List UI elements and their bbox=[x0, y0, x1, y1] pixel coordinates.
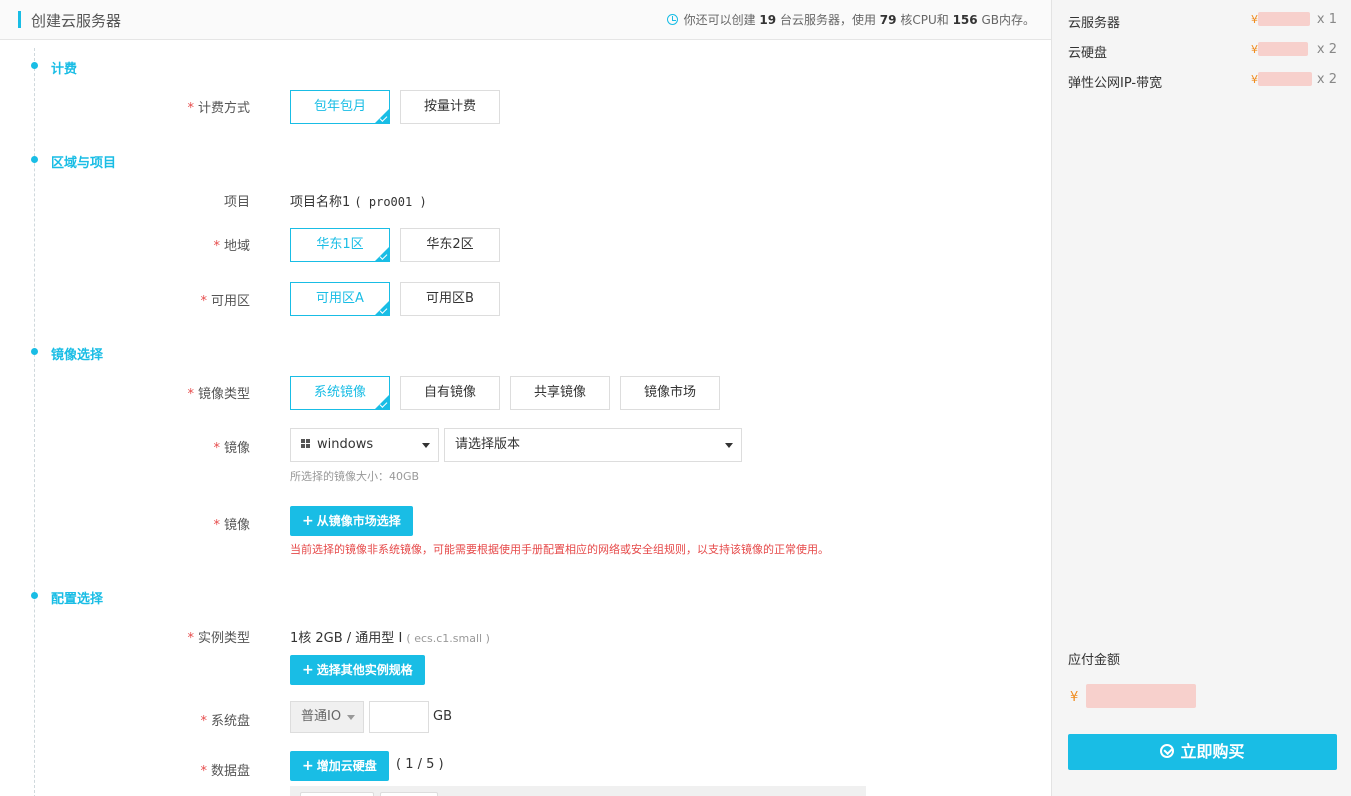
instance-value: 1核 2GB / 通用型 I ( ecs.c1.small ) bbox=[290, 631, 490, 646]
billing-option-yearly[interactable]: 包年包月 bbox=[290, 90, 390, 124]
check-icon bbox=[379, 252, 388, 260]
section-dot bbox=[31, 592, 38, 599]
project-value: 项目名称1 ( pro001 ) bbox=[290, 195, 427, 210]
quota-info: 你还可以创建 19 台云服务器，使用 79 核CPU和 156 GB内存。 bbox=[666, 11, 1035, 28]
image-type-shared[interactable]: 共享镜像 bbox=[510, 376, 610, 410]
billing-option-usage[interactable]: 按量计费 bbox=[400, 90, 500, 124]
clock-icon bbox=[666, 14, 678, 25]
order-summary-panel: 云服务器 ¥ x 1 云硬盘 ¥ x 2 弹性公网IP-带宽 ¥ x 2 应付金… bbox=[1051, 0, 1351, 796]
quota-mid2: 核CPU和 bbox=[900, 13, 949, 27]
data-disk-label: * 数据盘 bbox=[200, 764, 250, 779]
data-disk-type-select[interactable] bbox=[300, 792, 374, 796]
quota-suffix: GB内存。 bbox=[981, 13, 1035, 27]
zone-option-a[interactable]: 可用区A bbox=[290, 282, 390, 316]
summary-item-price: ¥ bbox=[1251, 42, 1308, 56]
page-title: 创建云服务器 bbox=[31, 12, 122, 30]
section-title-region: 区域与项目 bbox=[51, 156, 117, 171]
page-header: 创建云服务器 你还可以创建 19 台云服务器，使用 79 核CPU和 156 G… bbox=[0, 0, 1051, 40]
region-option-east2[interactable]: 华东2区 bbox=[400, 228, 500, 262]
check-icon bbox=[379, 114, 388, 122]
section-title-billing: 计费 bbox=[51, 62, 78, 77]
region-label: * 地域 bbox=[213, 239, 250, 254]
summary-item-qty: x 2 bbox=[1316, 72, 1337, 87]
select-instance-button[interactable]: + 选择其他实例规格 bbox=[290, 655, 425, 685]
system-disk-size-input[interactable] bbox=[369, 701, 429, 733]
os-select[interactable]: windows bbox=[290, 428, 439, 462]
instance-label: * 实例类型 bbox=[187, 631, 250, 646]
version-select-placeholder: 请选择版本 bbox=[455, 437, 521, 452]
section-title-image: 镜像选择 bbox=[51, 348, 104, 363]
section-dot bbox=[31, 348, 38, 355]
quota-prefix: 你还可以创建 bbox=[683, 13, 756, 27]
image-type-label: * 镜像类型 bbox=[187, 387, 250, 402]
image-size-hint: 所选择的镜像大小：40GB bbox=[290, 470, 420, 483]
cart-icon bbox=[1160, 744, 1175, 758]
chevron-down-icon bbox=[347, 715, 355, 720]
check-icon bbox=[379, 400, 388, 408]
system-disk-label: * 系统盘 bbox=[200, 714, 250, 729]
check-icon bbox=[379, 306, 388, 314]
summary-item-name: 云服务器 bbox=[1068, 16, 1121, 31]
region-option-east1[interactable]: 华东1区 bbox=[290, 228, 390, 262]
image-type-system[interactable]: 系统镜像 bbox=[290, 376, 390, 410]
title-accent-bar bbox=[18, 11, 21, 28]
amount-value: ¥ bbox=[1070, 684, 1197, 708]
zone-label: * 可用区 bbox=[200, 294, 250, 309]
summary-item-price: ¥ bbox=[1251, 72, 1312, 86]
summary-item-qty: x 1 bbox=[1316, 12, 1337, 27]
plus-icon: + bbox=[302, 662, 314, 678]
select-from-market-button[interactable]: + 从镜像市场选择 bbox=[290, 506, 413, 536]
chevron-down-icon bbox=[725, 443, 733, 448]
version-select[interactable]: 请选择版本 bbox=[444, 428, 742, 462]
project-label: 项目 bbox=[223, 195, 250, 210]
zone-option-b[interactable]: 可用区B bbox=[400, 282, 500, 316]
plus-icon: + bbox=[302, 758, 314, 774]
market-warning: 当前选择的镜像非系统镜像，可能需要根据使用手册配置相应的网络或安全组规则，以支持… bbox=[290, 543, 829, 556]
quota-mid1: 台云服务器，使用 bbox=[779, 13, 876, 27]
summary-item-qty: x 2 bbox=[1316, 42, 1337, 57]
section-dot bbox=[31, 62, 38, 69]
add-disk-button[interactable]: + 增加云硬盘 bbox=[290, 751, 389, 781]
quota-mem: 156 bbox=[952, 13, 978, 27]
chevron-down-icon bbox=[422, 443, 430, 448]
image-type-market[interactable]: 镜像市场 bbox=[620, 376, 720, 410]
quota-cpu: 79 bbox=[879, 13, 897, 27]
image-label: * 镜像 bbox=[213, 441, 250, 456]
summary-item-price: ¥ bbox=[1251, 12, 1310, 26]
image-type-own[interactable]: 自有镜像 bbox=[400, 376, 500, 410]
billing-label: * 计费方式 bbox=[187, 101, 250, 116]
plus-icon: + bbox=[302, 513, 314, 529]
windows-icon bbox=[301, 439, 311, 449]
data-disk-count: ( 1 / 5 ) bbox=[396, 757, 444, 772]
market-label: * 镜像 bbox=[213, 518, 250, 533]
section-dot bbox=[31, 156, 38, 163]
os-select-value: windows bbox=[317, 437, 374, 452]
system-disk-unit: GB bbox=[433, 709, 452, 724]
buy-now-button[interactable]: 立即购买 bbox=[1068, 734, 1337, 770]
summary-item-name: 云硬盘 bbox=[1068, 46, 1108, 61]
system-disk-type-select[interactable]: 普通IO bbox=[290, 701, 364, 733]
data-disk-row bbox=[290, 786, 866, 796]
quota-servers: 19 bbox=[759, 13, 777, 27]
data-disk-size-input[interactable] bbox=[380, 792, 438, 796]
amount-label: 应付金额 bbox=[1068, 653, 1121, 668]
summary-item-name: 弹性公网IP-带宽 bbox=[1068, 76, 1163, 91]
main-panel: 创建云服务器 你还可以创建 19 台云服务器，使用 79 核CPU和 156 G… bbox=[0, 0, 1051, 796]
section-title-config: 配置选择 bbox=[51, 592, 104, 607]
